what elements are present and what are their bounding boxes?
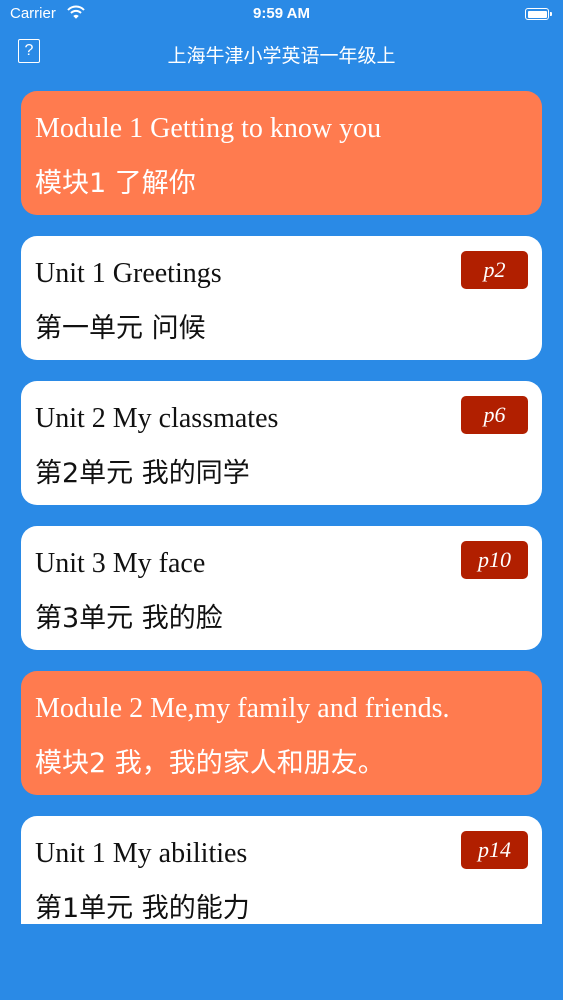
module-title-chinese: 模块1 了解你 xyxy=(35,168,196,199)
unit-title-english: Unit 1 Greetings xyxy=(35,258,222,289)
unit-title-chinese: 第1单元 我的能力 xyxy=(35,893,250,924)
battery-fill xyxy=(527,10,547,18)
page-number-badge[interactable]: p10 xyxy=(461,541,528,579)
unit-title-english: Unit 2 My classmates xyxy=(35,403,279,434)
battery-icon xyxy=(525,8,552,20)
contents-list[interactable]: Module 1 Getting to know you 模块1 了解你 Unit … xyxy=(0,82,563,924)
page-number-badge[interactable]: p6 xyxy=(461,396,528,434)
navigation-bar: ? 上海牛津小学英语一年级上 xyxy=(0,30,563,82)
unit-card[interactable]: Unit 1 My abilities 第1单元 我的能力 p14 xyxy=(21,816,542,924)
unit-title-chinese: 第2单元 我的同学 xyxy=(35,458,250,489)
page-number-badge[interactable]: p14 xyxy=(461,831,528,869)
module-card[interactable]: Module 1 Getting to know you 模块1 了解你 xyxy=(21,91,542,215)
unit-title-chinese: 第一单元 问候 xyxy=(35,313,206,344)
module-title-english: Module 2 Me,my family and friends. xyxy=(35,693,450,724)
module-title-english: Module 1 Getting to know you xyxy=(35,113,382,144)
page-number-badge[interactable]: p2 xyxy=(461,251,528,289)
module-title-chinese: 模块2 我，我的家人和朋友。 xyxy=(35,748,385,779)
unit-card[interactable]: Unit 2 My classmates 第2单元 我的同学 p6 xyxy=(21,381,542,505)
clock-time: 9:59 AM xyxy=(253,5,310,22)
module-card[interactable]: Module 2 Me,my family and friends. 模块2 我，… xyxy=(21,671,542,795)
unit-card[interactable]: Unit 1 Greetings 第一单元 问候 p2 xyxy=(21,236,542,360)
unit-card[interactable]: Unit 3 My face 第3单元 我的脸 p10 xyxy=(21,526,542,650)
unit-title-chinese: 第3单元 我的脸 xyxy=(35,603,223,634)
page-title: 上海牛津小学英语一年级上 xyxy=(167,45,396,67)
unit-title-english: Unit 3 My face xyxy=(35,548,206,579)
unit-title-english: Unit 1 My abilities xyxy=(35,838,248,869)
status-bar: Carrier 9:59 AM xyxy=(0,0,563,30)
bottom-bar xyxy=(0,924,563,1000)
